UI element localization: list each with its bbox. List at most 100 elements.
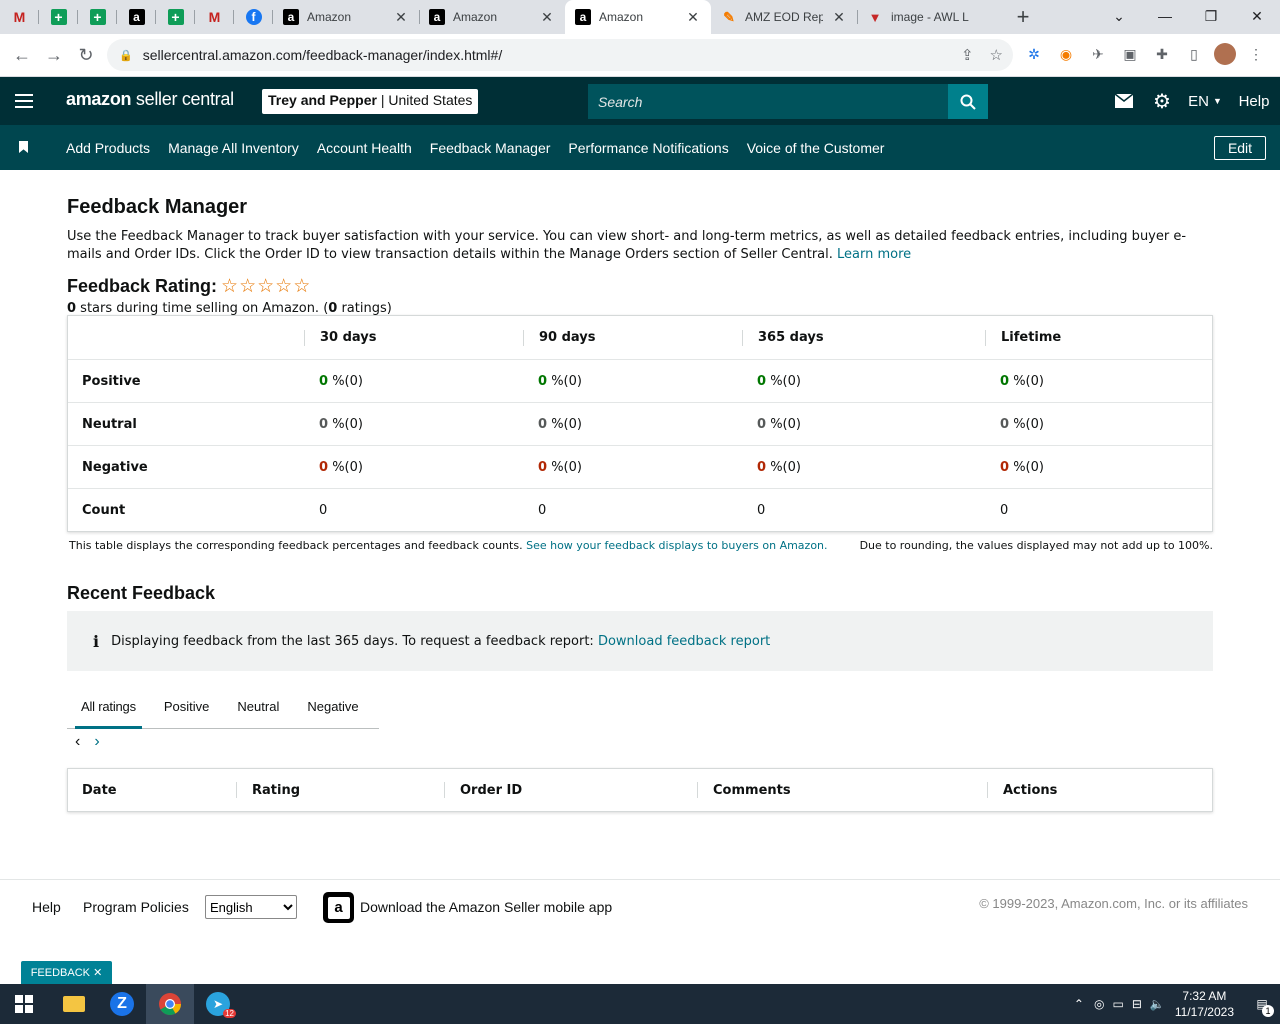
puzzle-icon[interactable]: ✚ — [1150, 42, 1174, 66]
footer-language-select[interactable]: English — [205, 895, 297, 919]
pinned-tab-gmail[interactable]: M — [195, 0, 234, 34]
column-header[interactable]: Comments — [697, 782, 987, 798]
column-header[interactable]: Date — [68, 782, 236, 798]
nav-voice-of-the-customer[interactable]: Voice of the Customer — [747, 140, 885, 156]
hamburger-menu-icon[interactable] — [15, 94, 33, 108]
buyer-display-link[interactable]: See how your feedback displays to buyers… — [526, 539, 827, 552]
bookmark-icon[interactable] — [19, 141, 28, 153]
download-report-link[interactable]: Download feedback report — [598, 634, 770, 649]
browser-tab[interactable]: ✎ AMZ EOD Rep ✕ — [711, 0, 857, 34]
close-icon[interactable]: ✕ — [93, 966, 102, 979]
new-tab-button[interactable]: + — [1003, 0, 1043, 34]
browser-tab-active[interactable]: a Amazon ✕ — [565, 0, 711, 34]
avatar[interactable] — [1214, 43, 1236, 65]
help-link[interactable]: Help — [1230, 93, 1278, 110]
table-row-negative: Negative 0 %(0) 0 %(0) 0 %(0) 0 %(0) — [68, 445, 1212, 488]
close-tab-icon[interactable]: ✕ — [539, 9, 555, 26]
close-tab-icon[interactable]: ✕ — [831, 9, 847, 26]
program-policies-link[interactable]: Program Policies — [83, 899, 189, 915]
mail-icon[interactable] — [1104, 94, 1144, 108]
amazon-seller-app-icon[interactable]: a — [323, 892, 354, 923]
pinned-tab-gmail[interactable]: M — [0, 0, 39, 34]
battery-icon[interactable]: ▭ — [1112, 997, 1123, 1011]
pinned-tab-amazon[interactable]: a — [117, 0, 156, 34]
pinned-tab-sheets[interactable]: + — [78, 0, 117, 34]
nav-performance-notifications[interactable]: Performance Notifications — [568, 140, 728, 156]
notifications-icon[interactable]: ▤ 1 — [1244, 997, 1280, 1017]
browser-tab[interactable]: a Amazon ✕ — [419, 0, 565, 34]
volume-icon[interactable]: 🔈 — [1150, 997, 1165, 1011]
nav-manage-all-inventory[interactable]: Manage All Inventory — [168, 140, 299, 156]
windows-taskbar: Z ➤ 12 ⌃ ◎ ▭ ⊟ 🔈 7:32 AM 11/17/2023 ▤ 1 — [0, 984, 1280, 1024]
bookmark-star-icon[interactable]: ☆ — [990, 46, 1003, 64]
reload-button[interactable]: ↻ — [70, 39, 102, 71]
chevron-right-icon[interactable]: › — [94, 733, 99, 751]
minimize-button[interactable]: — — [1142, 0, 1188, 32]
pinned-tab-sheets[interactable]: + — [39, 0, 78, 34]
restore-button[interactable]: ❐ — [1188, 0, 1234, 32]
tray-chevron-icon[interactable]: ⌃ — [1074, 997, 1084, 1011]
lock-icon: 🔒 — [119, 49, 133, 62]
close-tab-icon[interactable]: ✕ — [685, 9, 701, 26]
clock[interactable]: 7:32 AM 11/17/2023 — [1175, 988, 1234, 1020]
main-content: Feedback Manager Use the Feedback Manage… — [67, 193, 1213, 812]
search-input[interactable] — [588, 84, 948, 119]
learn-more-link[interactable]: Learn more — [837, 247, 911, 262]
telegram-icon[interactable]: ➤ 12 — [194, 984, 242, 1024]
extension-icon[interactable]: ◉ — [1054, 42, 1078, 66]
tab-search-icon[interactable]: ⌄ — [1096, 0, 1142, 32]
settings-gear-icon[interactable]: ⚙ — [1144, 89, 1180, 114]
feedback-tab[interactable]: FEEDBACK ✕ — [21, 961, 112, 984]
extension-icon[interactable]: ✈ — [1086, 42, 1110, 66]
column-header[interactable]: Rating — [236, 782, 444, 798]
column-header[interactable]: Order ID — [444, 782, 697, 798]
close-window-button[interactable]: ✕ — [1234, 0, 1280, 32]
more-menu-icon[interactable]: ⋮ — [1244, 42, 1268, 66]
pinned-tab-facebook[interactable]: f — [234, 0, 273, 34]
awl-icon: ▼ — [868, 9, 882, 25]
meet-icon[interactable]: ◎ — [1094, 997, 1104, 1011]
zoho-icon[interactable]: Z — [98, 984, 146, 1024]
table-row-positive: Positive 0 %(0) 0 %(0) 0 %(0) 0 %(0) — [68, 359, 1212, 402]
feedback-rating: Feedback Rating: ☆ ☆ ☆ ☆ ☆ — [67, 276, 1213, 297]
edit-nav-button[interactable]: Edit — [1214, 136, 1266, 160]
url-field[interactable]: 🔒 sellercentral.amazon.com/feedback-mana… — [107, 39, 1013, 71]
close-tab-icon[interactable]: ✕ — [393, 9, 409, 26]
amazon-icon: a — [429, 9, 445, 25]
tab-positive[interactable]: Positive — [150, 685, 224, 729]
file-explorer-icon[interactable] — [50, 984, 98, 1024]
seller-central-header: amazon seller central Trey and Pepper | … — [0, 77, 1280, 125]
sheets-icon: + — [89, 9, 106, 25]
chrome-icon[interactable] — [146, 984, 194, 1024]
back-button[interactable]: ← — [6, 39, 38, 71]
nav-feedback-manager[interactable]: Feedback Manager — [430, 140, 551, 156]
page-footer: Help Program Policies English a Download… — [0, 879, 1280, 984]
nav-account-health[interactable]: Account Health — [317, 140, 412, 156]
amazon-icon: a — [575, 9, 591, 25]
gmail-icon: M — [208, 9, 221, 25]
search-button[interactable] — [948, 84, 988, 119]
extension-icon[interactable]: ✲ — [1022, 42, 1046, 66]
sidepanel-icon[interactable]: ▯ — [1182, 42, 1206, 66]
footer-help-link[interactable]: Help — [32, 899, 61, 915]
windows-start-icon[interactable] — [0, 984, 48, 1024]
tab-all-ratings[interactable]: All ratings — [67, 685, 150, 729]
browser-tab[interactable]: a Amazon ✕ — [273, 0, 419, 34]
recent-feedback-title: Recent Feedback — [67, 583, 216, 603]
chevron-left-icon[interactable]: ‹ — [75, 733, 80, 751]
share-icon[interactable]: ⇪ — [961, 46, 974, 64]
store-selector[interactable]: Trey and Pepper | United States — [262, 89, 479, 114]
nav-add-products[interactable]: Add Products — [66, 140, 150, 156]
seller-central-logo[interactable]: amazon seller central — [66, 89, 234, 110]
rounding-note: Due to rounding, the values displayed ma… — [859, 539, 1213, 552]
info-icon: i — [93, 631, 100, 651]
language-selector[interactable]: EN ▼ — [1180, 93, 1230, 110]
tab-neutral[interactable]: Neutral — [223, 685, 293, 729]
pinned-tab-sheets[interactable]: + — [156, 0, 195, 34]
extension-icon[interactable]: ▣ — [1118, 42, 1142, 66]
tab-negative[interactable]: Negative — [293, 685, 372, 729]
download-app-link[interactable]: Download the Amazon Seller mobile app — [360, 899, 612, 915]
browser-tab[interactable]: ▼ image - AWL L — [857, 0, 1003, 34]
forward-button[interactable]: → — [38, 39, 70, 71]
network-icon[interactable]: ⊟ — [1132, 997, 1142, 1011]
